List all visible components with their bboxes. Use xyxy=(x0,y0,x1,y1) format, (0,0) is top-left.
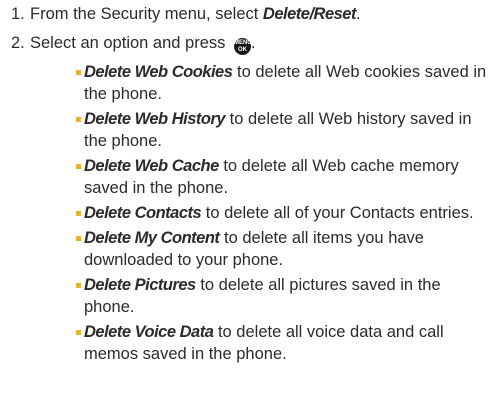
step-number: 2. xyxy=(11,34,25,52)
option-term: Delete Web Cache xyxy=(84,157,219,175)
square-bullet-icon xyxy=(76,330,81,335)
option-delete-web-cookies: Delete Web Cookies to delete all Web coo… xyxy=(30,61,496,105)
option-delete-pictures: Delete Pictures to delete all pictures s… xyxy=(30,274,496,318)
option-description: to delete all of your Contacts entries. xyxy=(201,204,474,222)
option-term: Delete Voice Data xyxy=(84,323,214,341)
square-bullet-icon xyxy=(76,164,81,169)
square-bullet-icon xyxy=(76,236,81,241)
step-punctuation: . xyxy=(355,5,361,23)
option-delete-web-cache: Delete Web Cache to delete all Web cache… xyxy=(30,155,496,199)
option-term: Delete Web Cookies xyxy=(84,63,233,81)
option-term: Delete Pictures xyxy=(84,276,196,294)
option-delete-voice-data: Delete Voice Data to delete all voice da… xyxy=(30,321,496,365)
step-1: 1. From the Security menu, select Delete/… xyxy=(0,3,502,25)
step-text: Select an option and press xyxy=(30,34,230,52)
square-bullet-icon xyxy=(76,211,81,216)
step-2: 2. Select an option and press MENU OK. Del… xyxy=(0,32,502,365)
square-bullet-icon xyxy=(76,70,81,75)
option-list: Delete Web Cookies to delete all Web coo… xyxy=(30,61,496,365)
step-punctuation: . xyxy=(250,34,256,52)
menu-ok-key-icon: MENU OK xyxy=(233,38,252,55)
step-number: 1. xyxy=(11,5,25,23)
option-delete-web-history: Delete Web History to delete all Web his… xyxy=(30,108,496,152)
step-term: Delete/Reset xyxy=(262,5,357,23)
square-bullet-icon xyxy=(76,117,81,122)
option-delete-my-content: Delete My Content to delete all items yo… xyxy=(30,227,496,271)
option-term: Delete My Content xyxy=(84,229,220,247)
menu-key-label: MENU xyxy=(233,40,252,46)
manual-page: 1. From the Security menu, select Delete/… xyxy=(0,0,502,368)
option-term: Delete Contacts xyxy=(84,204,202,222)
option-delete-contacts: Delete Contacts to delete all of your Co… xyxy=(30,202,496,224)
ok-key-label: OK xyxy=(237,47,247,53)
option-term: Delete Web History xyxy=(84,110,226,128)
square-bullet-icon xyxy=(76,283,81,288)
step-text: From the Security menu, select xyxy=(30,5,263,23)
